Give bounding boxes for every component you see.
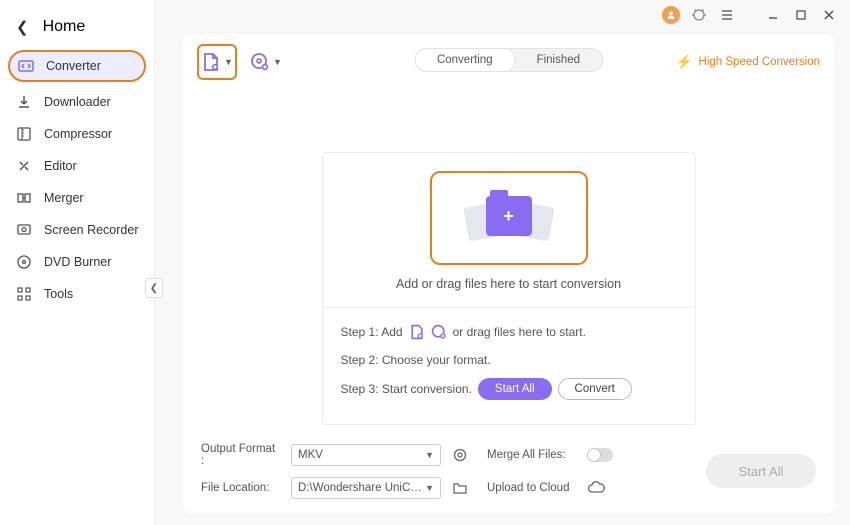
dropzone-text: Add or drag files here to start conversi…	[396, 277, 621, 291]
merge-toggle[interactable]	[587, 448, 613, 462]
chevron-down-icon: ▼	[224, 57, 233, 67]
step-1: Step 1: Add or drag files here to start.	[341, 322, 677, 342]
sidebar-item-downloader[interactable]: Downloader	[0, 86, 154, 118]
menu-icon[interactable]	[718, 6, 736, 24]
footer: Output Format : MKV ▼ Merge All Files: S…	[197, 433, 820, 513]
sidebar-item-label: Downloader	[44, 95, 111, 109]
chevron-down-icon: ▼	[425, 450, 434, 460]
back-icon[interactable]: ❮	[16, 18, 29, 36]
sidebar-item-label: Editor	[44, 159, 77, 173]
steps: Step 1: Add or drag files here to start.…	[323, 307, 695, 424]
step-3: Step 3: Start conversion. Start All Conv…	[341, 378, 677, 400]
add-dvd-button[interactable]: ▼	[251, 47, 281, 77]
sidebar-item-label: DVD Burner	[44, 255, 111, 269]
sidebar-item-editor[interactable]: Editor	[0, 150, 154, 182]
sidebar: ❮ Home Converter Downloader Compressor E…	[0, 0, 155, 525]
bolt-icon: ⚡	[676, 54, 692, 70]
dropzone-add-area[interactable]: +	[430, 171, 588, 265]
minimize-icon[interactable]	[764, 6, 782, 24]
add-file-button[interactable]: ▼	[197, 44, 237, 80]
step-2: Step 2: Choose your format.	[341, 350, 677, 370]
merge-label: Merge All Files:	[487, 449, 577, 461]
sidebar-item-compressor[interactable]: Compressor	[0, 118, 154, 150]
sidebar-nav: Converter Downloader Compressor Editor M…	[0, 50, 154, 310]
tab-segment: Converting Finished	[414, 48, 603, 72]
folder-stack-icon: +	[464, 190, 554, 246]
high-speed-label: High Speed Conversion	[699, 56, 820, 68]
close-icon[interactable]	[820, 6, 838, 24]
sidebar-item-label: Screen Recorder	[44, 223, 139, 237]
content-card: ▼ ▼ Converting Finished ⚡ High Speed Con…	[183, 34, 834, 513]
format-settings-icon[interactable]	[451, 446, 469, 464]
step1-suffix: or drag files here to start.	[453, 325, 586, 339]
downloader-icon	[16, 94, 32, 110]
file-location-value: D:\Wondershare UniConverter 1	[298, 482, 425, 494]
converter-icon	[18, 58, 34, 74]
step3-text: Step 3: Start conversion.	[341, 382, 472, 396]
sidebar-item-converter[interactable]: Converter	[8, 50, 146, 82]
avatar-icon[interactable]	[662, 6, 680, 24]
dropzone-top: + Add or drag files here to start conver…	[323, 153, 695, 307]
sidebar-item-dvd-burner[interactable]: DVD Burner	[0, 246, 154, 278]
add-dvd-mini-icon	[431, 324, 447, 340]
sidebar-item-label: Compressor	[44, 127, 112, 141]
sidebar-item-label: Tools	[44, 287, 73, 301]
file-location-label: File Location:	[201, 482, 281, 494]
dropzone: + Add or drag files here to start conver…	[322, 152, 696, 425]
high-speed-toggle[interactable]: ⚡ High Speed Conversion	[676, 54, 820, 70]
cloud-icon[interactable]	[587, 479, 605, 497]
output-format-value: MKV	[298, 449, 323, 461]
add-file-icon	[201, 52, 221, 72]
sidebar-item-screen-recorder[interactable]: Screen Recorder	[0, 214, 154, 246]
output-format-label: Output Format :	[201, 443, 281, 467]
compressor-icon	[16, 126, 32, 142]
screen-recorder-icon	[16, 222, 32, 238]
tools-icon	[16, 286, 32, 302]
home-label[interactable]: Home	[43, 18, 86, 36]
file-location-select[interactable]: D:\Wondershare UniConverter 1 ▼	[291, 477, 441, 499]
merger-icon	[16, 190, 32, 206]
upload-label: Upload to Cloud	[487, 482, 577, 494]
titlebar	[155, 0, 850, 26]
tab-finished[interactable]: Finished	[515, 49, 602, 71]
sidebar-item-label: Converter	[46, 59, 101, 73]
editor-icon	[16, 158, 32, 174]
convert-mini-button[interactable]: Convert	[558, 378, 632, 400]
support-icon[interactable]	[690, 6, 708, 24]
chevron-down-icon: ▼	[425, 483, 434, 493]
sidebar-item-label: Merger	[44, 191, 84, 205]
sidebar-item-merger[interactable]: Merger	[0, 182, 154, 214]
topbar: ▼ ▼ Converting Finished ⚡ High Speed Con…	[197, 40, 820, 84]
step1-prefix: Step 1: Add	[341, 325, 403, 339]
main: ▼ ▼ Converting Finished ⚡ High Speed Con…	[155, 0, 850, 525]
start-all-button[interactable]: Start All	[706, 454, 816, 488]
output-format-select[interactable]: MKV ▼	[291, 444, 441, 466]
collapse-sidebar-handle[interactable]: ❮	[145, 278, 163, 298]
maximize-icon[interactable]	[792, 6, 810, 24]
add-dvd-icon	[250, 52, 270, 72]
start-all-mini-button[interactable]: Start All	[478, 378, 552, 400]
dvd-burner-icon	[16, 254, 32, 270]
sidebar-item-tools[interactable]: Tools	[0, 278, 154, 310]
chevron-down-icon: ▼	[273, 57, 282, 67]
open-folder-icon[interactable]	[451, 479, 469, 497]
add-file-mini-icon	[409, 324, 425, 340]
tab-converting[interactable]: Converting	[415, 49, 515, 71]
home-row: ❮ Home	[0, 8, 154, 50]
